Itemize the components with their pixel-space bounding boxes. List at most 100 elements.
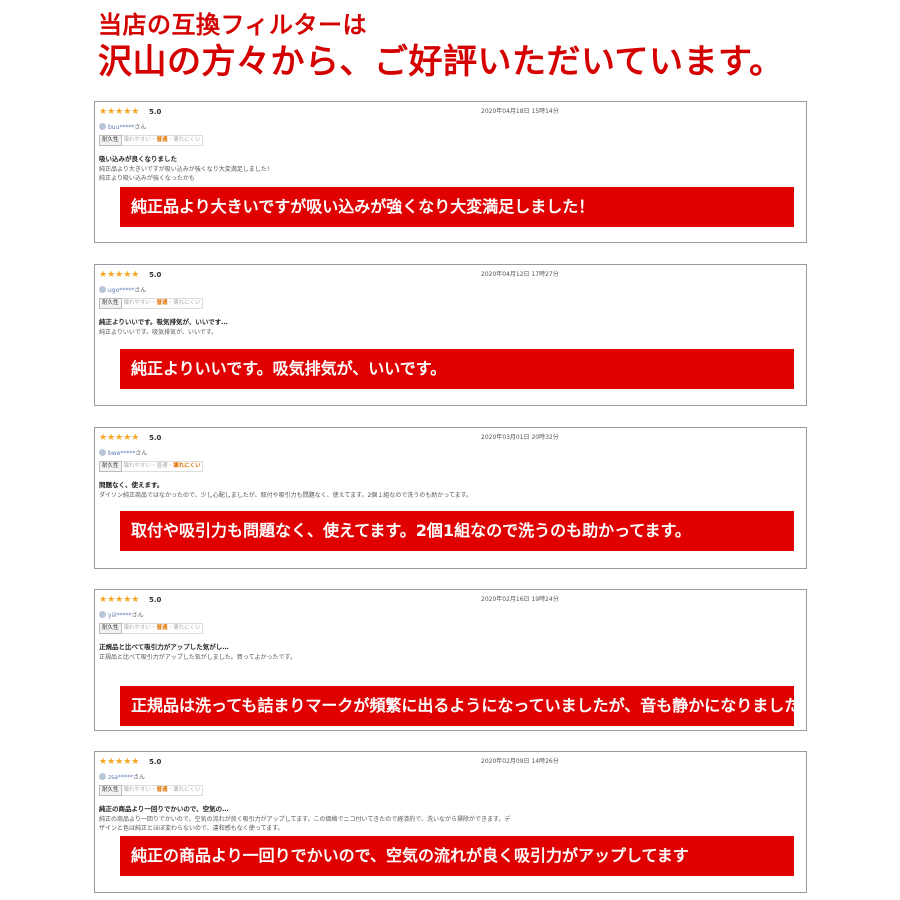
reviewer-name[interactable]: bwe***** (108, 450, 135, 457)
star-rating-icon: ★★★★★ (99, 270, 140, 280)
durability-option: 壊れやすい (123, 300, 152, 306)
review-meta: ★★★★★ 5.0 2020年02月16日 19時24分 (99, 594, 802, 606)
review-card: ★★★★★ 5.0 2020年02月16日 19時24分 yiii*****さん 耐久性… (94, 589, 807, 731)
review-body-line: 純正の商品より一回りでかいので、空気の流れが良く吸引力がアップしてます。この価格… (99, 816, 511, 823)
reviewer-suffix: さん (131, 612, 144, 619)
review-meta: ★★★★★ 5.0 2020年04月18日 15時14分 (99, 106, 802, 118)
review-meta: ★★★★★ 5.0 2020年02月09日 14時26分 (99, 756, 802, 768)
durability-scale: 壊れやすい・普通・壊れにくい (121, 623, 204, 634)
durability-option: 壊れにくい (173, 300, 201, 306)
durability-option: 壊れにくい (173, 137, 201, 143)
durability-label: 耐久性 (99, 298, 122, 309)
reviewer[interactable]: ugo*****さん (99, 286, 146, 296)
page-header: 当店の互換フィルターは 沢山の方々から、ご好評いただいています。 (98, 10, 878, 84)
durability-label: 耐久性 (99, 461, 122, 472)
rating-value: 5.0 (149, 434, 162, 442)
header-line-2: 沢山の方々から、ご好評いただいています。 (98, 42, 784, 82)
durability-label: 耐久性 (99, 623, 122, 634)
reviewer-suffix: さん (134, 124, 147, 131)
user-icon (99, 286, 106, 293)
review-card: ★★★★★ 5.0 2020年02月09日 14時26分 zsa*****さん 耐久性壊… (94, 751, 807, 893)
review-body-line: 純正よりいいです。吸気排気が、いいです。 (99, 329, 218, 336)
review-meta: ★★★★★ 5.0 2020年04月12日 17時27分 (99, 269, 802, 281)
durability-option: 壊れやすい (123, 787, 152, 793)
review-body: 純正品より大きいですが吸い込みが強くなり大変満足しました！ 純正より吸い込みが強く… (99, 165, 799, 183)
durability-scale: 壊れやすい・普通・壊れにくい (121, 135, 204, 146)
review-date: 2020年02月09日 14時26分 (481, 758, 559, 765)
star-rating-icon: ★★★★★ (99, 757, 140, 767)
review-body-line: 純正品より大きいですが吸い込みが強くなり大変満足しました！ (99, 166, 273, 173)
review-body-line: 正規品と比べて吸引力がアップした気がしました。買ってよかったです。 (99, 654, 296, 661)
review-body-line: ダイソン純正商品ではなかったので、少し心配しましたが、取付や吸引力も問題なく、使… (99, 492, 473, 499)
reviewer-name[interactable]: ugo***** (108, 287, 134, 294)
reviewer-suffix: さん (132, 774, 145, 781)
user-icon (99, 773, 106, 780)
durability-rating: 耐久性 壊れやすい・普通・壊れにくい (99, 298, 204, 309)
review-date: 2020年03月01日 20時32分 (481, 434, 559, 441)
review-body-line: ザインと色は純正とほぼ変わらないので、違和感もなく使ってます。 (99, 825, 284, 832)
review-body: ダイソン純正商品ではなかったので、少し心配しましたが、取付や吸引力も問題なく、使… (99, 491, 799, 500)
highlight-banner: 取付や吸引力も問題なく、使えてます。2個1組なので洗うのも助かってます。 (120, 511, 794, 551)
durability-option: 壊れにくい (173, 463, 201, 469)
durability-option: 普通 (156, 463, 168, 469)
review-card: ★★★★★ 5.0 2020年04月12日 17時27分 ugo*****さん 耐久性壊… (94, 264, 807, 406)
reviewer[interactable]: zsa*****さん (99, 773, 145, 783)
review-title: 問題なく、使えます。 (99, 481, 164, 489)
user-icon (99, 449, 106, 456)
durability-scale: 壊れやすい・普通・壊れにくい (121, 461, 204, 472)
durability-option: 普通 (156, 137, 168, 143)
durability-option: 普通 (156, 625, 168, 631)
durability-option: 壊れにくい (173, 625, 201, 631)
review-title: 純正よりいいです。吸気排気が、いいです… (99, 318, 228, 326)
review-title: 正規品と比べて吸引力がアップした気がし… (99, 643, 229, 651)
header-line-1: 当店の互換フィルターは (98, 11, 368, 39)
rating-value: 5.0 (149, 271, 162, 279)
review-card: ★★★★★ 5.0 2020年04月18日 15時14分 buu*****さん 耐久性壊… (94, 101, 807, 243)
durability-option: 壊れやすい (123, 463, 152, 469)
reviewer-name[interactable]: buu***** (108, 124, 134, 131)
highlight-banner: 正規品は洗っても詰まりマークが頻繁に出るようになっていましたが、音も静かになりま… (120, 686, 794, 726)
star-rating-icon: ★★★★★ (99, 107, 140, 117)
durability-label: 耐久性 (99, 135, 122, 146)
star-rating-icon: ★★★★★ (99, 433, 140, 443)
reviewer[interactable]: yiii*****さん (99, 611, 144, 621)
review-title: 純正の商品より一回りでかいので、空気の… (99, 805, 229, 813)
user-icon (99, 611, 106, 618)
review-date: 2020年02月16日 19時24分 (481, 596, 559, 603)
durability-label: 耐久性 (99, 785, 122, 796)
durability-rating: 耐久性 壊れやすい・普通・壊れにくい (99, 461, 204, 472)
durability-scale: 壊れやすい・普通・壊れにくい (121, 785, 204, 796)
durability-rating: 耐久性 壊れやすい・普通・壊れにくい (99, 135, 204, 146)
review-body: 純正よりいいです。吸気排気が、いいです。 (99, 328, 799, 337)
reviewer-suffix: さん (134, 287, 147, 294)
highlight-banner: 純正品より大きいですが吸い込みが強くなり大変満足しました！ (120, 187, 794, 227)
highlight-banner: 純正の商品より一回りでかいので、空気の流れが良く吸引力がアップしてます (120, 836, 794, 876)
durability-rating: 耐久性 壊れやすい・普通・壊れにくい (99, 785, 204, 796)
reviewer-name[interactable]: zsa***** (108, 774, 133, 781)
review-date: 2020年04月12日 17時27分 (481, 271, 559, 278)
review-meta: ★★★★★ 5.0 2020年03月01日 20時32分 (99, 432, 802, 444)
review-card: ★★★★★ 5.0 2020年03月01日 20時32分 bwe*****さん 耐久性壊… (94, 427, 807, 569)
review-title: 吸い込みが良くなりました (99, 155, 177, 163)
reviewer[interactable]: bwe*****さん (99, 449, 147, 459)
rating-value: 5.0 (149, 596, 162, 604)
durability-scale: 壊れやすい・普通・壊れにくい (121, 298, 204, 309)
durability-option: 壊れやすい (123, 137, 152, 143)
reviewer[interactable]: buu*****さん (99, 123, 146, 133)
reviewer-name[interactable]: yiii***** (108, 612, 132, 619)
rating-value: 5.0 (149, 108, 162, 116)
rating-value: 5.0 (149, 758, 162, 766)
user-icon (99, 123, 106, 130)
reviewer-suffix: さん (135, 450, 148, 457)
review-body: 純正の商品より一回りでかいので、空気の流れが良く吸引力がアップしてます。この価格… (99, 815, 799, 833)
star-rating-icon: ★★★★★ (99, 595, 140, 605)
durability-option: 普通 (156, 300, 168, 306)
review-date: 2020年04月18日 15時14分 (481, 108, 559, 115)
durability-rating: 耐久性 壊れやすい・普通・壊れにくい (99, 623, 204, 634)
review-body: 正規品と比べて吸引力がアップした気がしました。買ってよかったです。 (99, 653, 799, 662)
highlight-banner: 純正よりいいです。吸気排気が、いいです。 (120, 349, 794, 389)
durability-option: 普通 (156, 787, 168, 793)
durability-option: 壊れにくい (173, 787, 201, 793)
durability-option: 壊れやすい (123, 625, 152, 631)
review-body-line: 純正より吸い込みが強くなったかも (99, 175, 195, 182)
